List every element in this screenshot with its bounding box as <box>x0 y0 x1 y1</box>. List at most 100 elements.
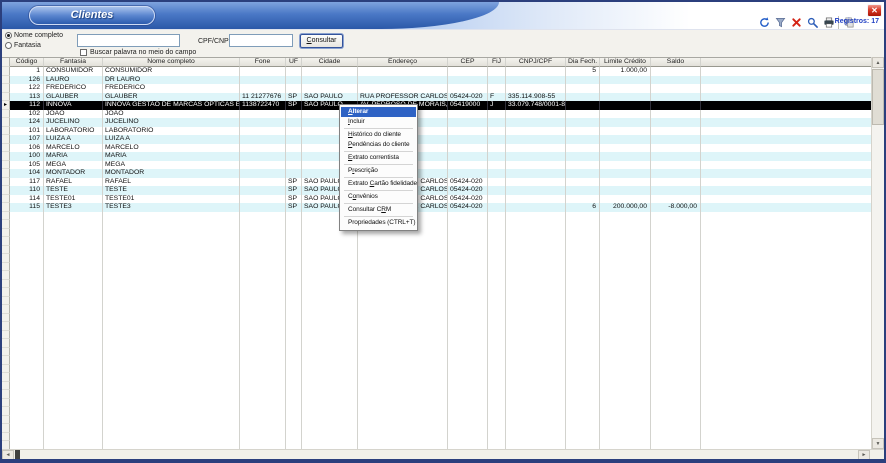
empty-cell <box>240 246 286 255</box>
row-indicator[interactable] <box>2 84 10 93</box>
table-row[interactable]: 124JUCELINOJUCELINO <box>2 118 871 127</box>
row-indicator[interactable] <box>2 110 10 119</box>
row-indicator[interactable] <box>2 144 10 153</box>
column-header[interactable]: Cidade <box>302 58 358 67</box>
radio-nome-completo[interactable]: Nome completo <box>5 32 63 39</box>
refresh-icon[interactable] <box>758 16 771 29</box>
menu-item[interactable]: Consultar CRM <box>341 205 416 215</box>
menu-item[interactable]: Extrato Cartão fidelidade <box>341 179 416 189</box>
name-search-input[interactable] <box>77 34 180 47</box>
column-header[interactable]: Dia Fech. <box>566 58 600 67</box>
table-row[interactable]: 115TESTE3TESTE3SPSÃO PAULORUA PROFESSOR … <box>2 203 871 212</box>
empty-row <box>2 339 871 348</box>
menu-item[interactable]: Pendências do cliente <box>341 140 416 150</box>
column-header[interactable]: Fantasia <box>44 58 103 67</box>
radio-button-icon[interactable] <box>5 42 12 49</box>
row-indicator[interactable] <box>2 178 10 187</box>
table-row[interactable]: 117RAFAELRAFAELSPSÃO PAULORUA PROFESSOR … <box>2 178 871 187</box>
clear-filter-icon[interactable] <box>790 16 803 29</box>
close-icon[interactable]: ✕ <box>867 4 882 17</box>
checkbox-icon[interactable] <box>80 49 87 56</box>
column-header[interactable]: Endereço <box>358 58 448 67</box>
scroll-up-icon[interactable]: ▲ <box>872 57 884 68</box>
consultar-button[interactable]: Consultar <box>300 34 343 48</box>
print-icon[interactable] <box>822 16 835 29</box>
table-row[interactable]: ▸112INNOVAINNOVA GESTAO DE MARCAS OPTICA… <box>2 101 871 110</box>
table-row[interactable]: 104MONTADORMONTADOR <box>2 169 871 178</box>
vertical-scrollbar[interactable]: ▲ ▼ <box>871 57 884 449</box>
row-indicator[interactable] <box>2 118 10 127</box>
row-indicator[interactable] <box>2 161 10 170</box>
empty-cell <box>44 263 103 272</box>
column-header[interactable]: Limite Crédito <box>600 58 651 67</box>
column-header[interactable]: CNPJ/CPF <box>506 58 566 67</box>
row-indicator[interactable] <box>2 93 10 102</box>
row-indicator[interactable] <box>2 76 10 85</box>
row-indicator[interactable] <box>2 67 10 76</box>
empty-cell <box>358 365 448 374</box>
column-header[interactable]: Nome completo <box>103 58 240 67</box>
menu-item[interactable]: Incluir <box>341 117 416 127</box>
empty-cell <box>302 297 358 306</box>
table-row[interactable]: 100MARIAMARIA <box>2 152 871 161</box>
table-row[interactable]: 106MARCELOMARCELO <box>2 144 871 153</box>
empty-row <box>2 229 871 238</box>
filter-icon[interactable] <box>774 16 787 29</box>
horizontal-scroll-thumb[interactable] <box>15 450 20 460</box>
cpfcnpj-input[interactable] <box>229 34 293 47</box>
column-header[interactable]: CEP <box>448 58 488 67</box>
cell-filler <box>701 339 871 348</box>
cell: SP <box>286 178 302 187</box>
table-row[interactable]: 126LAURODR LAURO <box>2 76 871 85</box>
table-row[interactable]: 1CONSUMIDORCONSUMIDOR51.000,00 <box>2 67 871 76</box>
radio-fantasia[interactable]: Fantasia <box>5 42 41 49</box>
row-indicator[interactable] <box>2 186 10 195</box>
table-row[interactable]: 102JOÃOJOÃO <box>2 110 871 119</box>
scroll-right-icon[interactable]: ► <box>858 450 870 460</box>
table-row[interactable]: 101LABORATORIOLABORATORIO <box>2 127 871 136</box>
row-indicator[interactable] <box>2 203 10 212</box>
empty-cell <box>240 382 286 391</box>
row-indicator[interactable] <box>2 152 10 161</box>
cell: 05424-020 <box>448 93 488 102</box>
menu-item[interactable]: Propriedades (CTRL+T) <box>341 218 416 228</box>
menu-item[interactable]: Prescrição <box>341 166 416 176</box>
row-indicator[interactable] <box>2 195 10 204</box>
selected-row-indicator-icon[interactable]: ▸ <box>2 101 10 110</box>
cell <box>448 118 488 127</box>
row-indicator[interactable] <box>2 135 10 144</box>
table-row[interactable]: 110TESTETESTESPSÃO PAULORUA PROFESSOR CA… <box>2 186 871 195</box>
scroll-down-icon[interactable]: ▼ <box>872 438 884 449</box>
radio-button-icon[interactable] <box>5 32 12 39</box>
scroll-left-icon[interactable]: ◄ <box>2 450 14 460</box>
table-row[interactable]: 114TESTE01TESTE01SPSÃO PAULORUA PROFESSO… <box>2 195 871 204</box>
menu-item[interactable]: Convênios <box>341 192 416 202</box>
table-row[interactable]: 113GLAUBERGLAUBER11 21277676SPSÃO PAULOR… <box>2 93 871 102</box>
empty-cell <box>103 356 240 365</box>
table-row[interactable]: 107LUIZA ALUIZA A <box>2 135 871 144</box>
menu-item[interactable]: Histórico do cliente <box>341 130 416 140</box>
column-header[interactable]: UF <box>286 58 302 67</box>
row-indicator[interactable] <box>2 169 10 178</box>
cell <box>286 169 302 178</box>
empty-cell <box>488 229 506 238</box>
horizontal-scrollbar[interactable]: ◄ ► <box>2 449 884 460</box>
checkbox-buscar-meio[interactable]: Buscar palavra no meio do campo <box>80 49 196 56</box>
cell <box>566 152 600 161</box>
menu-item[interactable]: Alterar <box>341 107 416 117</box>
column-header[interactable]: FiJ <box>488 58 506 67</box>
empty-cell <box>448 433 488 442</box>
cell <box>240 203 286 212</box>
empty-cell <box>488 254 506 263</box>
table-row[interactable]: 122FREDERICOFREDERICO <box>2 84 871 93</box>
menu-item[interactable]: Extrato correntista <box>341 153 416 163</box>
column-header[interactable]: Fone <box>240 58 286 67</box>
vertical-scroll-thumb[interactable] <box>872 69 884 125</box>
empty-cell <box>286 237 302 246</box>
column-header[interactable]: Saldo <box>651 58 701 67</box>
cell-filler <box>701 433 871 442</box>
row-indicator[interactable] <box>2 127 10 136</box>
table-row[interactable]: 105MEGAMEGA <box>2 161 871 170</box>
column-header[interactable]: Código <box>10 58 44 67</box>
search-icon[interactable] <box>806 16 819 29</box>
